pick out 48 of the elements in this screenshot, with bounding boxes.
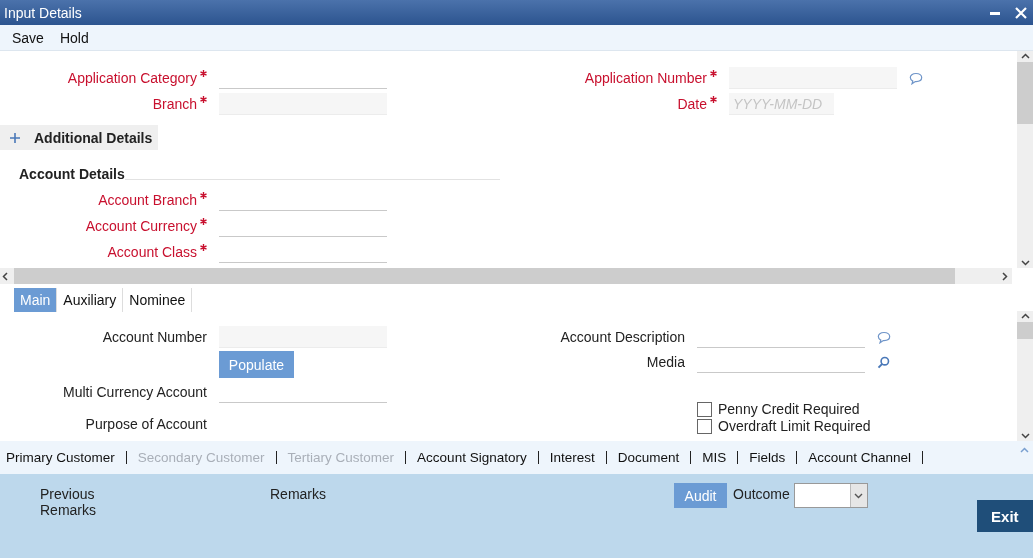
section-title: Account Details xyxy=(19,166,125,182)
field-label: Outcome xyxy=(733,486,790,502)
field-label: Application Number xyxy=(584,70,707,86)
dropdown[interactable] xyxy=(793,483,868,508)
link[interactable]: Account Channel xyxy=(808,450,912,465)
search-icon[interactable] xyxy=(877,355,890,369)
left-chevron-icon xyxy=(2,271,8,281)
toolbar-button[interactable]: Save xyxy=(4,26,52,49)
field-label: Account Branch xyxy=(98,192,197,208)
section-header[interactable]: Additional Details xyxy=(0,125,158,150)
right-chevron-icon xyxy=(1002,271,1008,281)
field-label: Date xyxy=(677,96,707,112)
checkbox-label: Overdraft Limit Required xyxy=(718,418,871,434)
link[interactable]: Document xyxy=(617,450,680,465)
down-chevron-icon xyxy=(1020,260,1030,266)
link[interactable]: Interest xyxy=(549,450,595,465)
comment-icon[interactable] xyxy=(877,330,891,344)
field-label: Multi Currency Account xyxy=(62,384,207,400)
field-label: Media xyxy=(645,354,685,370)
vertical-scrollbar[interactable] xyxy=(1017,311,1033,441)
close-icon[interactable] xyxy=(1015,6,1027,19)
scrollbar-thumb[interactable] xyxy=(1017,322,1033,339)
vertical-scrollbar[interactable] xyxy=(1017,51,1033,268)
field-label: Branch xyxy=(152,96,197,112)
field-label: Account Class xyxy=(107,244,197,260)
field-label: Account Description xyxy=(559,329,685,345)
checkbox[interactable] xyxy=(697,401,712,417)
checkbox-label: Penny Credit Required xyxy=(718,401,860,417)
field-label: Application Category xyxy=(67,70,197,86)
link[interactable]: Primary Customer xyxy=(6,450,115,465)
caret-icon xyxy=(854,492,864,499)
link[interactable]: MIS xyxy=(702,450,727,465)
up-chevron-icon xyxy=(1020,313,1030,319)
link[interactable]: Fields xyxy=(749,450,786,465)
field-label: Remarks xyxy=(270,486,326,502)
window-title: Input Details xyxy=(4,4,82,21)
toolbar-button[interactable]: Hold xyxy=(51,26,97,49)
up-chevron-icon xyxy=(1020,53,1030,59)
down-chevron-icon xyxy=(1020,433,1030,439)
comment-icon xyxy=(909,71,923,85)
field-label: Account Currency xyxy=(85,218,197,234)
field-label: Purpose of Account xyxy=(84,416,207,432)
field-label: Account Number xyxy=(101,329,207,345)
exit-button[interactable]: Exit xyxy=(976,500,1033,532)
checkbox[interactable] xyxy=(697,418,712,434)
scrollbar-thumb[interactable] xyxy=(1017,62,1033,124)
link[interactable]: Account Signatory xyxy=(417,450,527,465)
up-chevron-icon xyxy=(1020,446,1029,453)
